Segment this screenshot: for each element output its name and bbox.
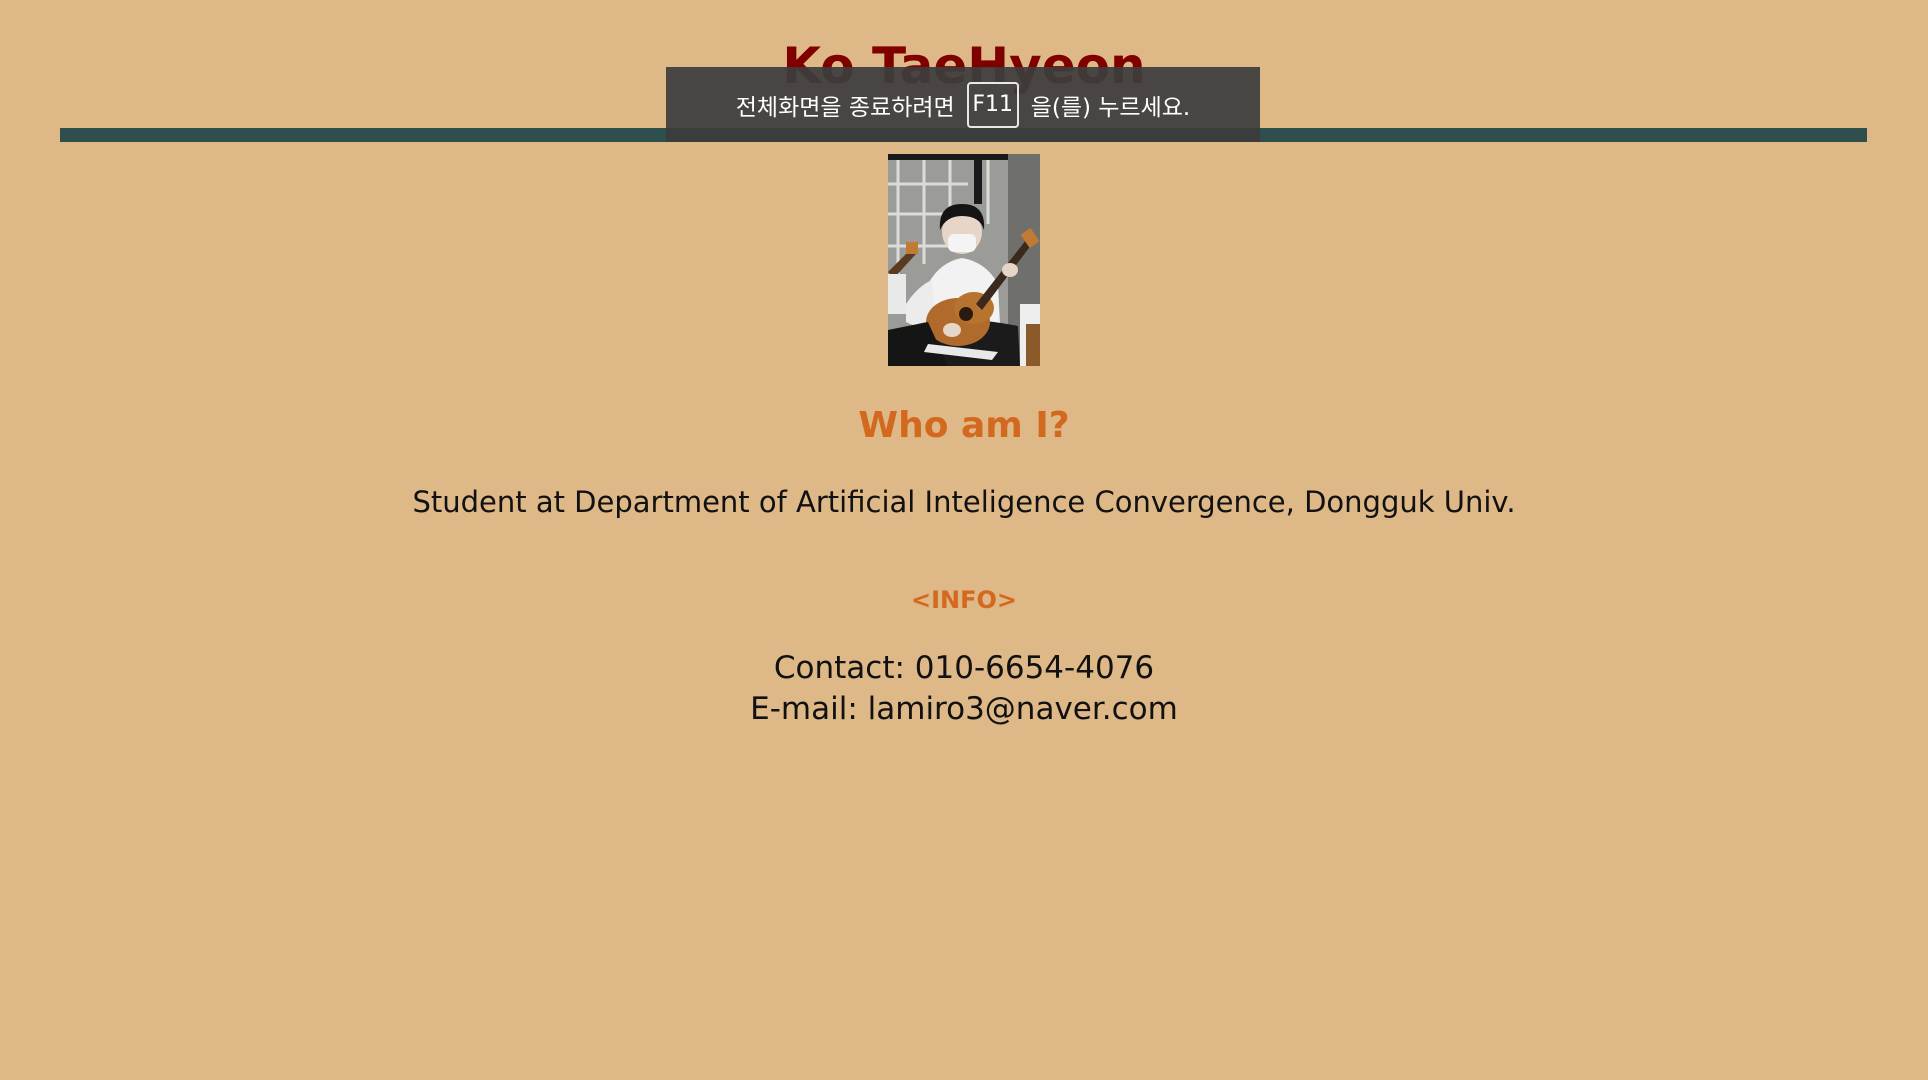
fullscreen-notice-text-before: 전체화면을 종료하려면 bbox=[735, 94, 955, 121]
page: Ko TaeHyeon Who am I? Student at Departm… bbox=[0, 0, 1928, 1080]
fullscreen-notice-text-after: 을(를) 누르세요. bbox=[1030, 94, 1191, 121]
f11-key-badge: F11 bbox=[966, 81, 1019, 128]
info-heading: <INFO> bbox=[910, 586, 1018, 614]
profile-photo-image bbox=[888, 154, 1040, 366]
bio-text: Student at Department of Artificial Inte… bbox=[412, 485, 1516, 519]
profile-photo bbox=[888, 154, 1040, 366]
about-heading: Who am I? bbox=[858, 405, 1070, 446]
fullscreen-exit-notice: 전체화면을 종료하려면 F11 을(를) 누르세요. bbox=[666, 67, 1260, 142]
contact-email: E-mail: lamiro3@naver.com bbox=[750, 691, 1178, 727]
contact-phone: Contact: 010-6654-4076 bbox=[773, 650, 1155, 686]
